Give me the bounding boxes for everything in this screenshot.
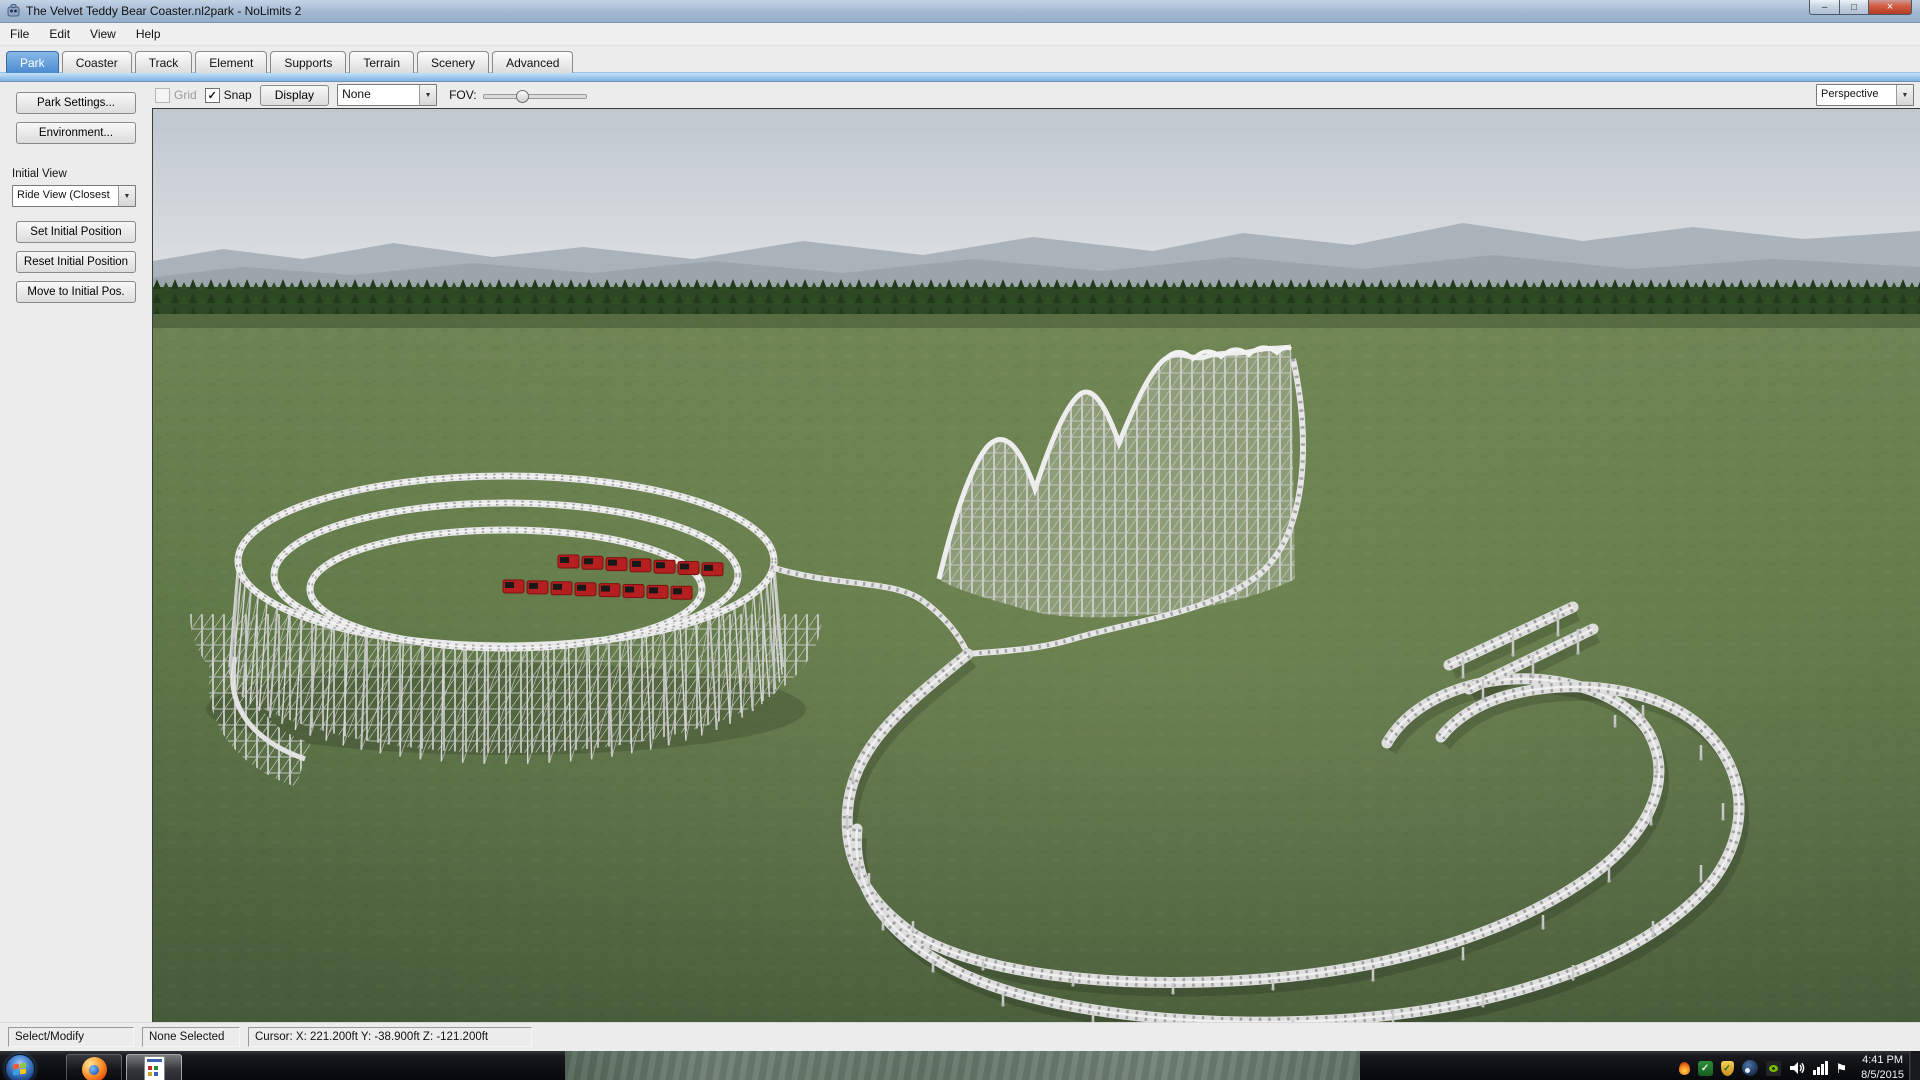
selection-mode-dropdown[interactable]: None ▼	[337, 84, 437, 106]
minimize-button[interactable]: –	[1809, 0, 1839, 15]
3d-viewport[interactable]	[152, 108, 1920, 1022]
fov-label: FOV:	[449, 88, 477, 102]
snap-label: Snap	[224, 88, 252, 102]
status-selection: None Selected	[142, 1027, 240, 1047]
window-title: The Velvet Teddy Bear Coaster.nl2park - …	[26, 4, 301, 18]
initial-view-value: Ride View (Closest	[13, 186, 118, 206]
taskbar-glass-reflection	[565, 1051, 1360, 1080]
taskbar-firefox-button[interactable]	[66, 1054, 122, 1080]
move-to-initial-pos-button[interactable]: Move to Initial Pos.	[16, 281, 136, 303]
network-signal-icon[interactable]	[1813, 1061, 1828, 1075]
tab-park[interactable]: Park	[6, 51, 59, 73]
initial-view-label: Initial View	[12, 168, 152, 180]
firefox-icon	[82, 1057, 107, 1080]
tab-terrain[interactable]: Terrain	[349, 51, 414, 73]
park-settings-button[interactable]: Park Settings...	[16, 92, 136, 114]
green-check-icon[interactable]: ✓	[1698, 1061, 1713, 1076]
clock-time: 4:41 PM	[1862, 1054, 1903, 1066]
tab-element[interactable]: Element	[195, 51, 267, 73]
viewport-toolbar: Grid ✓ Snap Display None ▼ FOV: Perspect…	[152, 82, 1920, 108]
fov-slider[interactable]	[483, 89, 587, 102]
windows-taskbar: ✓ ✓ ⚑ 4:41 PM 8/5/2015	[0, 1051, 1920, 1080]
nvidia-icon[interactable]	[1766, 1061, 1781, 1076]
grid-label: Grid	[174, 88, 197, 102]
chevron-down-icon[interactable]: ▼	[118, 186, 135, 206]
menu-help[interactable]: Help	[126, 25, 171, 43]
maximize-button[interactable]: □	[1839, 0, 1868, 15]
start-button[interactable]	[5, 1054, 35, 1080]
tab-supports[interactable]: Supports	[270, 51, 346, 73]
set-initial-position-button[interactable]: Set Initial Position	[16, 221, 136, 243]
chevron-down-icon[interactable]: ▼	[1896, 85, 1913, 105]
tab-track[interactable]: Track	[135, 51, 193, 73]
snap-checkbox[interactable]: ✓	[205, 88, 220, 103]
windows-upgrade-icon[interactable]	[1656, 1062, 1671, 1075]
fov-slider-thumb[interactable]	[516, 90, 529, 103]
app-icon	[6, 4, 21, 19]
clock-date: 8/5/2015	[1861, 1069, 1904, 1080]
nolimits-editor-icon	[144, 1056, 165, 1080]
active-tab-strip	[0, 72, 1920, 82]
environment-button[interactable]: Environment...	[16, 122, 136, 144]
tab-bar: Park Coaster Track Element Supports Terr…	[0, 46, 1920, 72]
initial-view-dropdown[interactable]: Ride View (Closest ▼	[12, 185, 136, 207]
steam-icon[interactable]	[1742, 1060, 1758, 1076]
taskbar-clock[interactable]: 4:41 PM 8/5/2015	[1861, 1053, 1904, 1080]
status-cursor-coordinates: Cursor: X: 221.200ft Y: -38.900ft Z: -12…	[248, 1027, 532, 1047]
selection-mode-value: None	[338, 85, 419, 105]
tab-advanced[interactable]: Advanced	[492, 51, 573, 73]
park-sidebar: Park Settings... Environment... Initial …	[0, 82, 152, 1022]
menu-file[interactable]: File	[0, 25, 39, 43]
show-desktop-button[interactable]	[1909, 1051, 1920, 1080]
flame-icon[interactable]	[1679, 1062, 1690, 1075]
tab-scenery[interactable]: Scenery	[417, 51, 489, 73]
chevron-down-icon[interactable]: ▼	[419, 85, 436, 105]
fov-slider-track	[483, 94, 587, 99]
projection-value: Perspective	[1817, 85, 1896, 105]
menu-bar: File Edit View Help	[0, 23, 1920, 46]
nolimits2-window: The Velvet Teddy Bear Coaster.nl2park - …	[0, 0, 1920, 1080]
projection-dropdown[interactable]: Perspective ▼	[1816, 84, 1914, 106]
volume-icon[interactable]	[1789, 1061, 1805, 1075]
close-button[interactable]: ×	[1868, 0, 1912, 15]
reset-initial-position-button[interactable]: Reset Initial Position	[16, 251, 136, 273]
tab-coaster[interactable]: Coaster	[62, 51, 132, 73]
status-bar: Select/Modify None Selected Cursor: X: 2…	[0, 1022, 1920, 1051]
coaster-scene	[153, 109, 1920, 1022]
gold-shield-icon[interactable]: ✓	[1721, 1061, 1734, 1076]
title-bar[interactable]: The Velvet Teddy Bear Coaster.nl2park - …	[0, 0, 1920, 23]
display-button[interactable]: Display	[260, 85, 329, 106]
taskbar-nolimits-button[interactable]	[126, 1054, 182, 1080]
menu-edit[interactable]: Edit	[39, 25, 80, 43]
menu-view[interactable]: View	[80, 25, 126, 43]
system-tray: ✓ ✓ ⚑ 4:41 PM 8/5/2015	[1656, 1051, 1904, 1080]
status-mode: Select/Modify	[8, 1027, 134, 1047]
action-center-flag-icon[interactable]: ⚑	[1836, 1062, 1848, 1075]
grid-checkbox[interactable]	[155, 88, 170, 103]
